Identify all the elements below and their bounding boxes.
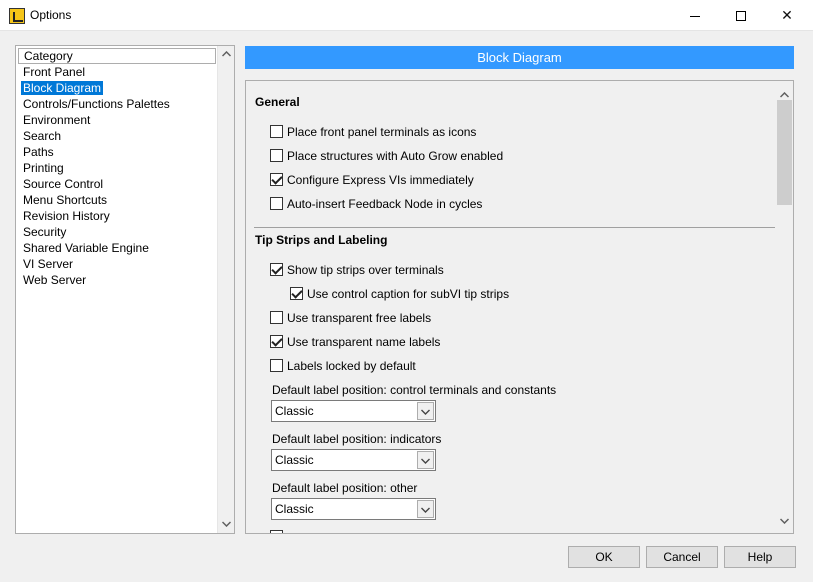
section-title: Block Diagram [245, 46, 794, 69]
category-list-panel: Category Front Panel Block Diagram Contr… [15, 45, 235, 534]
maximize-icon [736, 11, 746, 22]
label-position-controls-label: Default label position: control terminal… [272, 383, 557, 397]
category-item-menu-shortcuts[interactable]: Menu Shortcuts [18, 192, 216, 208]
category-item-shared-variable-engine[interactable]: Shared Variable Engine [18, 240, 216, 256]
option-labels-locked[interactable]: Labels locked by default [270, 358, 416, 374]
maximize-button[interactable] [718, 0, 764, 31]
scroll-up-icon[interactable] [779, 87, 790, 101]
category-scrollbar[interactable] [217, 46, 234, 533]
chevron-down-icon[interactable] [417, 402, 434, 420]
category-item-printing[interactable]: Printing [18, 160, 216, 176]
label-position-controls-select[interactable]: Classic [271, 400, 436, 422]
option-partially-visible[interactable] [270, 529, 287, 533]
checkbox-checked[interactable] [270, 173, 283, 186]
checkbox[interactable] [270, 530, 283, 533]
checkbox[interactable] [270, 197, 283, 210]
chevron-down-icon[interactable] [417, 500, 434, 518]
checkbox-checked[interactable] [270, 335, 283, 348]
window-title: Options [30, 8, 72, 22]
help-button[interactable]: Help [724, 546, 796, 568]
category-item-controls-functions-palettes[interactable]: Controls/Functions Palettes [18, 96, 216, 112]
general-group-title: General [255, 95, 300, 109]
category-item-paths[interactable]: Paths [18, 144, 216, 160]
category-list: Front Panel Block Diagram Controls/Funct… [18, 64, 216, 288]
option-control-caption-tip-strips[interactable]: Use control caption for subVI tip strips [290, 286, 509, 302]
labview-app-icon [9, 8, 25, 24]
label-position-indicators-select[interactable]: Classic [271, 449, 436, 471]
category-item-vi-server[interactable]: VI Server [18, 256, 216, 272]
option-transparent-free-labels[interactable]: Use transparent free labels [270, 310, 431, 326]
scroll-thumb[interactable] [777, 100, 792, 205]
option-auto-grow[interactable]: Place structures with Auto Grow enabled [270, 148, 503, 164]
tipstrips-group-title: Tip Strips and Labeling [255, 233, 388, 247]
checkbox[interactable] [270, 359, 283, 372]
scroll-up-icon[interactable] [218, 46, 235, 63]
category-item-security[interactable]: Security [18, 224, 216, 240]
title-bar: Options ✕ [0, 0, 813, 31]
close-button[interactable]: ✕ [764, 0, 810, 31]
checkbox-checked[interactable] [270, 263, 283, 276]
checkbox[interactable] [270, 311, 283, 324]
checkbox[interactable] [270, 125, 283, 138]
minimize-button[interactable] [672, 0, 718, 31]
options-scrollbar[interactable] [776, 81, 793, 533]
option-transparent-name-labels[interactable]: Use transparent name labels [270, 334, 440, 350]
category-item-block-diagram[interactable]: Block Diagram [18, 80, 216, 96]
option-front-panel-terminals-icons[interactable]: Place front panel terminals as icons [270, 124, 476, 140]
checkbox[interactable] [270, 149, 283, 162]
category-item-environment[interactable]: Environment [18, 112, 216, 128]
group-divider [254, 227, 775, 228]
option-auto-insert-feedback[interactable]: Auto-insert Feedback Node in cycles [270, 196, 482, 212]
cancel-button[interactable]: Cancel [646, 546, 718, 568]
checkbox-checked[interactable] [290, 287, 303, 300]
options-panel: General Place front panel terminals as i… [245, 80, 794, 534]
category-item-source-control[interactable]: Source Control [18, 176, 216, 192]
category-header[interactable]: Category [18, 48, 216, 64]
ok-button[interactable]: OK [568, 546, 640, 568]
close-icon: ✕ [781, 7, 793, 23]
label-position-indicators-label: Default label position: indicators [272, 432, 442, 446]
label-position-other-select[interactable]: Classic [271, 498, 436, 520]
scroll-down-icon[interactable] [779, 513, 790, 527]
scroll-down-icon[interactable] [218, 516, 235, 533]
category-item-revision-history[interactable]: Revision History [18, 208, 216, 224]
category-item-front-panel[interactable]: Front Panel [18, 64, 216, 80]
chevron-down-icon[interactable] [417, 451, 434, 469]
label-position-other-label: Default label position: other [272, 481, 418, 495]
category-item-search[interactable]: Search [18, 128, 216, 144]
option-configure-express-vis[interactable]: Configure Express VIs immediately [270, 172, 474, 188]
minimize-icon [690, 15, 700, 17]
option-show-tip-strips[interactable]: Show tip strips over terminals [270, 262, 444, 278]
category-item-web-server[interactable]: Web Server [18, 272, 216, 288]
